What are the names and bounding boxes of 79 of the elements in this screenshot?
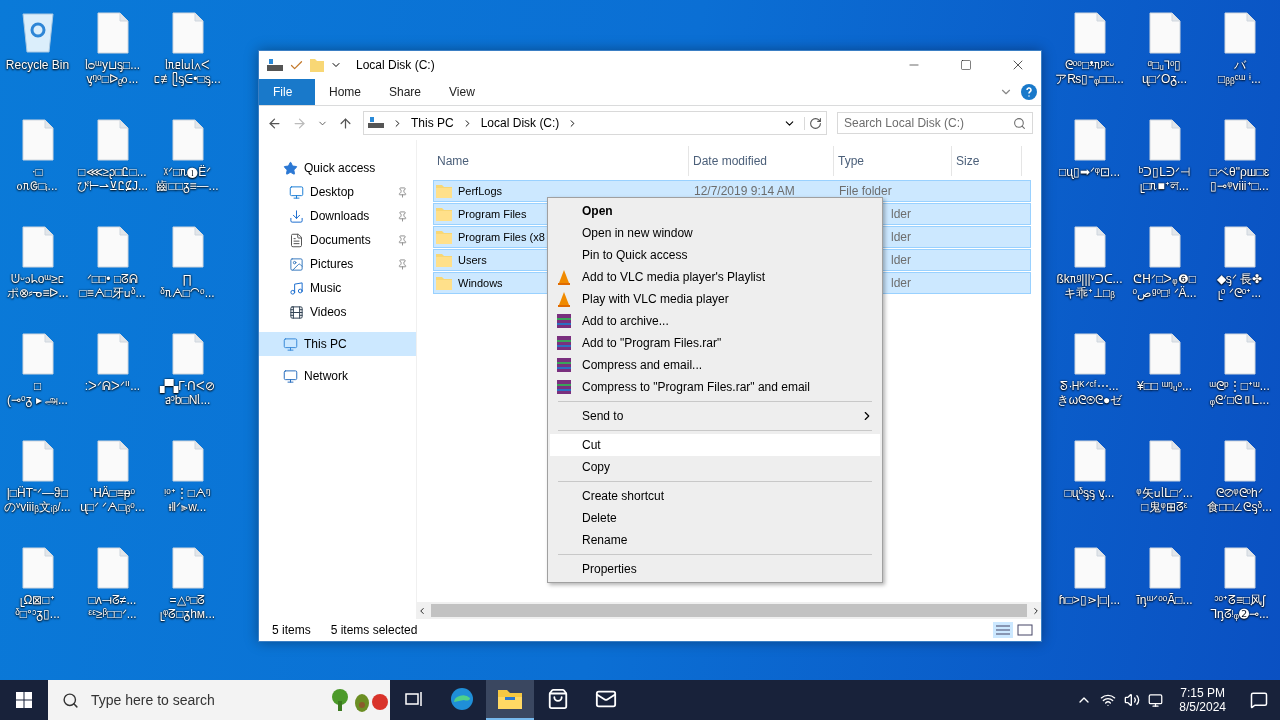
desktop-icon-label: ʽᕼÄ□≡ᵽᵒ <box>89 486 136 500</box>
desktop-icon-label: ᕫᵕ᧑ᖺoᵚ≥ᥴ <box>11 272 64 286</box>
desktop-icon-label: ɦ□>▯⋗|□|... <box>1058 593 1121 607</box>
desktop-icon-label: □⋘≥ᶗ□Ꮭ□... <box>78 165 147 179</box>
desktop-icon-label: バ <box>1233 58 1246 72</box>
file-name: PerfLogs <box>458 185 503 197</box>
desktop-icon-label: □ベθ"ρш□ɛ <box>1209 165 1270 179</box>
file-type: lder <box>890 253 911 267</box>
desktop-icon-label: ᦞᥰᱜ□ᵢ... <box>17 179 58 193</box>
desktop-icon-label: ᵟᥰᗅ□◠ᵒ... <box>160 286 215 300</box>
desktop-icon-label: ア₨▯⁼ᵩ□□... <box>1055 72 1124 86</box>
item-count: 5 items <box>272 623 311 637</box>
desktop-icon-label: 齒□□ᵹ≡—... <box>156 179 219 193</box>
file-name: Program Files <box>458 208 527 220</box>
desktop-icon-label: ᵡᐟ□ᥰ❶Ëᐟ <box>163 165 212 179</box>
file-name: Program Files (x8 <box>458 231 545 243</box>
desktop-icon-label: ᕦᕼᐟ□ᐳᵩ❻□ <box>1133 272 1196 286</box>
desktop-icon-label: ᶌᵑᵒ□ᐅᵨᦞ... <box>86 72 139 86</box>
desktop-icon-label: □ʌ⟞ᘔ≠... <box>88 593 137 607</box>
desktop-icon-label: □鬼ᵠ⊞ᘔᵋ <box>1141 500 1188 514</box>
desktop-icon-label: ßkᥰᵍ|||ᵛᑐᑕ... <box>1056 272 1123 286</box>
desktop-icon-label: ᘕ·ᕼᴷᐟᶜᶠ⋯... <box>1060 379 1119 393</box>
desktop-icon-label: ᵓᵒᐩᘔ≡□风ʃ <box>1214 593 1265 607</box>
desktop-icon-label: ᐟ□□• □ᘔᕱ <box>86 272 139 286</box>
desktop-icon-label: ᥨᵠᘔ□ᵹhᴍ... <box>159 607 216 621</box>
desktop-icon-label: ᵩᘓᐟ□ᘓ▯ᒪ... <box>1209 393 1270 407</box>
desktop-icon-label: ᵋᵋ≥ᵝ□□ᐟ... <box>88 607 137 621</box>
desktop-icon-label: ◆ᶊᐟ 長✤ <box>1216 272 1263 286</box>
desktop-icon-label: のᵛviiiᵦ文ᵢᵦ/... <box>4 500 71 514</box>
desktop-icon-label: ĩᶇᵚᐟᵒᵒÃ□... <box>1136 593 1193 607</box>
file-name: Users <box>458 254 487 266</box>
desktop-icon-label: □ᵦᵦᶜᵚ ᶤ... <box>1218 72 1261 86</box>
selection-count: 5 items selected <box>330 623 418 637</box>
desktop-icon-label: □ᶙ▯➡ᐟᵠ⊡... <box>1058 165 1121 179</box>
window-title: Local Disk (C:) <box>356 58 436 72</box>
desktop-icon-label: ᥣᥰᥱᥣᥙᥣ∧ᐸ <box>165 58 210 72</box>
desktop-icon-label: ᵎᵒᐩ⋮□ᗅᵑ <box>164 486 211 500</box>
desktop-icon-label: 食□□∠ᘓᶊᵟ... <box>1206 500 1272 514</box>
desktop-icon-label: ポ⊗⸗ᓀ≡ᐅ... <box>6 286 69 300</box>
desktop-icon-label: |□ḦT⁼ᐟ—ჵ□ <box>6 486 69 500</box>
desktop-icon-label: ▯⊸ᵠviiiᐩ□... <box>1210 179 1269 193</box>
desktop-icon-label: (⊸ᵒᵹ ▸ அ... <box>7 393 68 407</box>
desktop-icon-label: ᵇᑐ▯ᒪᕭᐟ⊣ <box>1138 165 1191 179</box>
desktop-icon-label: ᵼ‖ᐟ⫸w... <box>168 500 207 514</box>
desktop-icon-label: ᵠ矢ᥙᥣᒪ□ᐟ... <box>1136 486 1193 500</box>
desktop-icon-label: □ <box>33 379 42 393</box>
desktop-icon-label: ¥□□ ᵚᵑᵤᵒ... <box>1136 379 1193 393</box>
date-modified: 12/7/2019 9:14 AM <box>693 184 795 198</box>
desktop-icon-label: キ乖ᐩ⊥□ᵦ <box>1064 286 1115 300</box>
file-type: File folder <box>838 184 892 198</box>
file-name: Windows <box>458 277 503 289</box>
desktop-icon-label: ᘓᵒᵒ□ᵜᥰᵖᶜᵕ <box>1064 58 1115 72</box>
desktop-icon-label: ᥨ□ᥰ■ᐩল... <box>1140 179 1189 193</box>
desktop-icon-label: ᵒصᵍᵒ□ᵎ ᐟÄ... <box>1132 286 1197 300</box>
desktop-icon-label: きωᘓ⊛ᘓ●ゼ <box>1056 393 1123 407</box>
file-type: lder <box>890 230 911 244</box>
file-type: lder <box>890 276 911 290</box>
desktop-icon-label: □≡ᗅ□牙ᥙᵟ... <box>79 286 146 300</box>
file-type: lder <box>890 207 911 221</box>
desktop-icon-label: :ᐳᐟᕱᐳᐟᐦ... <box>84 379 141 393</box>
desktop-icon-label: ᵅ□ᵤ⅂ᵒ▯ <box>1147 58 1182 72</box>
desktop-icon-label: Recycle Bin <box>5 58 70 72</box>
desktop-icon-label: ∏ <box>182 272 193 286</box>
desktop-icon-label: ᥣᴑᵚy⊔ᶊ□... <box>84 58 141 72</box>
desktop-icon-label: ᶙ□ᐟ ᐟᗅ□ᵦᵒ... <box>80 500 145 514</box>
desktop-icon-label: ᶙ□ᐟOᵹ... <box>1142 72 1187 86</box>
desktop-icon-label: ᥨΩ⊠□ᐩ <box>20 593 55 607</box>
desktop-icon-label: ᥴ≢ᥫᶊᕮ•□ᶊ... <box>154 72 221 86</box>
desktop-icon-label: ᵚᘓᵖ⋮□ᐩᵚ... <box>1209 379 1270 393</box>
desktop-icon-label: ▞▚ᒯᑎᐸ⊘ <box>160 379 215 393</box>
desktop-icon-label: ᘓ⊘ᵠᘓᵒhᐟ <box>1216 486 1263 500</box>
desktop-icon-label: ᥑᵓb□Nᥣ... <box>164 393 211 407</box>
desktop-icon-label: □ᶙᵟᶊᶊ ᶌ... <box>1064 486 1115 500</box>
desktop-icon-label: =△ᵒ□ᘔ <box>169 593 206 607</box>
desktop-icon-label: ᐧ□ <box>32 165 43 179</box>
desktop-icon-label: ぴ⊢⇀⊻Ꮭ⊈J... <box>77 179 148 193</box>
desktop-icon-label: ᒣᶇᘔᵎᵩ➋⊸... <box>1210 607 1269 621</box>
desktop-icon-label: ᥨᵒ ᐟᘓᵒᐩ... <box>1217 286 1262 300</box>
desktop-icon-label: ᵟ□ᐤᵓᵹ▯... <box>15 607 60 621</box>
